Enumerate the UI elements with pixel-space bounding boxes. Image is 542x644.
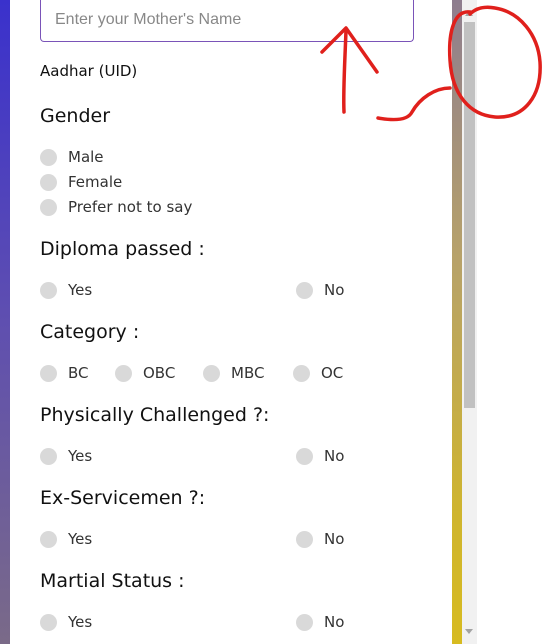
annotation-arrow-shaft — [341, 28, 348, 114]
radio-label: Male — [68, 148, 104, 166]
physically-challenged-option-yes[interactable]: Yes — [40, 447, 92, 465]
radio-label: Yes — [68, 281, 93, 299]
gender-option-prefer-not[interactable]: Prefer not to say — [40, 198, 192, 216]
mother-name-field[interactable] — [40, 0, 414, 42]
radio-circle[interactable] — [40, 530, 57, 548]
radio-label: No — [324, 613, 345, 631]
martial-status-option-no[interactable]: No — [296, 613, 344, 631]
radio-circle[interactable] — [296, 281, 313, 299]
ex-servicemen-heading: Ex-Servicemen ?: — [40, 487, 206, 509]
radio-circle[interactable] — [40, 364, 57, 382]
scrollbar-thumb[interactable] — [464, 22, 475, 408]
left-gradient-border — [0, 0, 10, 644]
diploma-option-yes[interactable]: Yes — [40, 281, 92, 299]
radio-circle[interactable] — [40, 447, 57, 465]
radio-circle[interactable] — [115, 364, 132, 382]
category-option-oc[interactable]: OC — [293, 364, 343, 382]
radio-label: OBC — [143, 364, 176, 382]
right-gradient-border — [452, 0, 462, 644]
radio-label: Female — [68, 173, 123, 191]
category-heading: Category : — [40, 321, 140, 343]
diploma-heading: Diploma passed : — [40, 238, 205, 260]
martial-status-heading: Martial Status : — [40, 570, 185, 592]
radio-circle[interactable] — [296, 447, 313, 465]
radio-label: BC — [68, 364, 89, 382]
radio-label: Yes — [68, 613, 93, 631]
category-option-obc[interactable]: OBC — [115, 364, 175, 382]
radio-label: No — [324, 530, 345, 548]
physically-challenged-heading: Physically Challenged ?: — [40, 404, 270, 426]
radio-circle[interactable] — [40, 281, 57, 299]
radio-circle[interactable] — [293, 364, 310, 382]
radio-label: Prefer not to say — [68, 198, 193, 216]
radio-circle[interactable] — [40, 173, 57, 191]
radio-label: MBC — [231, 364, 265, 382]
gender-heading: Gender — [40, 105, 111, 127]
radio-circle[interactable] — [40, 198, 57, 216]
radio-label: OC — [321, 364, 344, 382]
radio-label: No — [324, 281, 345, 299]
radio-circle[interactable] — [203, 364, 220, 382]
gender-option-female[interactable]: Female — [40, 173, 122, 191]
category-option-mbc[interactable]: MBC — [203, 364, 264, 382]
ex-servicemen-option-no[interactable]: No — [296, 530, 344, 548]
radio-circle[interactable] — [296, 530, 313, 548]
mother-name-input[interactable] — [55, 9, 395, 31]
radio-label: No — [324, 447, 345, 465]
diploma-option-no[interactable]: No — [296, 281, 344, 299]
scrollbar[interactable] — [462, 0, 477, 644]
category-option-bc[interactable]: BC — [40, 364, 89, 382]
radio-label: Yes — [68, 530, 93, 548]
scroll-up-arrow-icon[interactable] — [465, 11, 473, 16]
radio-circle[interactable] — [40, 613, 57, 631]
ex-servicemen-option-yes[interactable]: Yes — [40, 530, 92, 548]
aadhar-label: Aadhar (UID) — [40, 62, 138, 80]
martial-status-option-yes[interactable]: Yes — [40, 613, 92, 631]
radio-circle[interactable] — [40, 148, 57, 166]
scroll-down-arrow-icon[interactable] — [465, 629, 473, 634]
gender-option-male[interactable]: Male — [40, 148, 104, 166]
radio-circle[interactable] — [296, 613, 313, 631]
radio-label: Yes — [68, 447, 93, 465]
annotation-hook — [376, 86, 452, 122]
physically-challenged-option-no[interactable]: No — [296, 447, 344, 465]
